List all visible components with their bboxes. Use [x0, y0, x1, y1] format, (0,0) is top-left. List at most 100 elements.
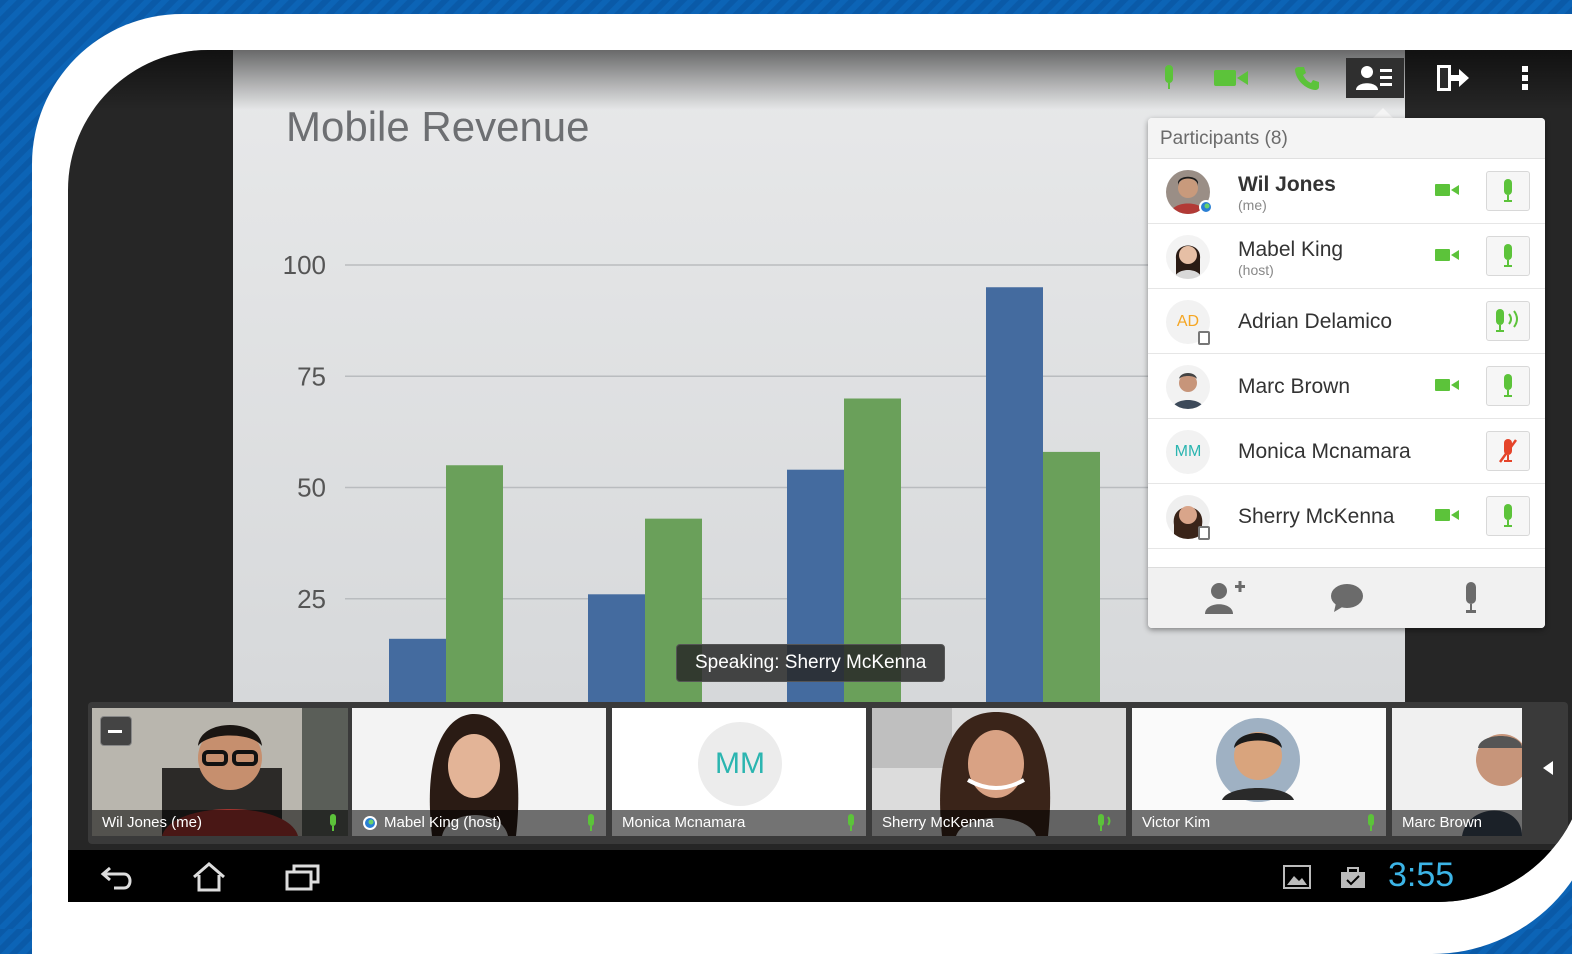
- chevron-left-icon: [1543, 761, 1553, 775]
- participants-header: Participants (8): [1148, 118, 1545, 159]
- mic-speaking-icon: [1496, 309, 1518, 332]
- participants-list-button[interactable]: [1346, 58, 1404, 98]
- shopping-notification[interactable]: [1328, 860, 1378, 894]
- participant-mic-button[interactable]: [1486, 236, 1530, 276]
- chat-icon: [1331, 584, 1363, 612]
- mic-icon: [1466, 582, 1476, 613]
- video-camera-icon: [1435, 379, 1459, 391]
- participant-name: Sherry McKenna: [1238, 505, 1395, 528]
- minimize-button[interactable]: [100, 716, 132, 746]
- mic-icon: [1504, 244, 1512, 267]
- participant-mic-button[interactable]: [1486, 171, 1530, 211]
- mic-toggle-button[interactable]: [1148, 58, 1190, 98]
- participant-mic-button[interactable]: [1486, 496, 1530, 536]
- participant-name: Mabel King: [1238, 238, 1344, 261]
- mobile-device-icon: [1198, 331, 1210, 345]
- tile-label: Sherry McKenna: [872, 810, 1126, 836]
- participants-footer: [1148, 567, 1545, 628]
- add-participant-icon: [1205, 581, 1245, 614]
- recent-apps-icon: [285, 864, 320, 891]
- mute-self-button[interactable]: [1446, 578, 1496, 618]
- exit-icon: [1437, 65, 1469, 91]
- mobile-device-icon: [1198, 526, 1210, 540]
- avatar-initials: MM: [698, 722, 782, 806]
- shopping-bag-icon: [1341, 867, 1365, 888]
- back-icon: [100, 866, 132, 890]
- participant-row-wil-jones[interactable]: Wil Jones (me): [1148, 159, 1545, 224]
- mic-muted-icon: [1498, 439, 1518, 463]
- participant-role: (me): [1238, 197, 1267, 213]
- bar-series-1-4: [986, 287, 1043, 710]
- more-options-button[interactable]: [1504, 58, 1546, 98]
- participant-mic-button[interactable]: [1486, 366, 1530, 406]
- presenter-badge-icon: [363, 816, 377, 830]
- bar-series-2-1: [446, 465, 503, 710]
- mic-icon: [1165, 65, 1173, 89]
- video-tile-monica-mcnamara[interactable]: MM Monica Mcnamara: [612, 708, 866, 836]
- participant-mic-button[interactable]: [1486, 301, 1530, 341]
- video-tile-marc-brown[interactable]: Marc Brown: [1392, 708, 1522, 836]
- video-filmstrip: Wil Jones (me) Mabel King (host) MM Moni…: [88, 702, 1568, 844]
- participant-row-adrian-delamico[interactable]: AD Adrian Delamico: [1148, 289, 1545, 354]
- mic-icon: [588, 814, 594, 831]
- mic-icon: [1504, 374, 1512, 397]
- tablet-screen: Mobile Revenue 25 50 75 100 Participants…: [68, 50, 1572, 902]
- bar-series-1-1: [389, 638, 446, 710]
- presenter-badge-icon: [1199, 200, 1213, 214]
- y-tick-label: 75: [297, 361, 326, 391]
- participant-row-mabel-king[interactable]: Mabel King (host): [1148, 224, 1545, 289]
- gallery-notification[interactable]: [1272, 860, 1322, 894]
- leave-meeting-button[interactable]: [1432, 58, 1474, 98]
- video-toggle-button[interactable]: [1210, 58, 1252, 98]
- participant-row-monica-mcnamara[interactable]: MM Monica Mcnamara: [1148, 419, 1545, 484]
- tile-label: Victor Kim: [1132, 810, 1386, 836]
- bar-series-1-2: [588, 594, 645, 710]
- participant-mic-button[interactable]: [1486, 431, 1530, 471]
- video-tile-wil-jones[interactable]: Wil Jones (me): [92, 708, 348, 836]
- tile-label: Monica Mcnamara: [612, 810, 866, 836]
- participant-name: Monica Mcnamara: [1238, 440, 1411, 463]
- back-button[interactable]: [92, 860, 142, 894]
- video-camera-icon: [1214, 70, 1248, 86]
- participant-row-marc-brown[interactable]: Marc Brown: [1148, 354, 1545, 419]
- y-tick-label: 25: [297, 584, 326, 614]
- y-tick-label: 100: [283, 250, 326, 280]
- mic-icon: [1504, 179, 1512, 202]
- gallery-icon: [1283, 865, 1311, 889]
- participant-role: (host): [1238, 262, 1274, 278]
- filmstrip-scroll-button[interactable]: [1532, 748, 1564, 788]
- participant-row-sherry-mckenna[interactable]: Sherry McKenna: [1148, 484, 1545, 549]
- participant-name: Wil Jones: [1238, 173, 1336, 196]
- y-tick-label: 50: [297, 473, 326, 503]
- video-tile-mabel-king[interactable]: Mabel King (host): [352, 708, 606, 836]
- video-camera-icon: [1435, 249, 1459, 261]
- phone-icon: [1295, 67, 1319, 90]
- participant-name: Marc Brown: [1238, 375, 1351, 398]
- participants-panel: Participants (8) Wil Jones (me) Mabel Ki…: [1148, 118, 1545, 628]
- add-participant-button[interactable]: [1200, 578, 1250, 618]
- video-tile-victor-kim[interactable]: Victor Kim: [1132, 708, 1386, 836]
- mic-icon: [1368, 814, 1374, 831]
- avatar: [1166, 235, 1210, 279]
- video-camera-icon: [1435, 509, 1459, 521]
- mic-icon: [330, 814, 336, 831]
- speaking-indicator: Speaking: Sherry McKenna: [676, 644, 946, 682]
- video-tile-sherry-mckenna[interactable]: Sherry McKenna: [872, 708, 1126, 836]
- recent-apps-button[interactable]: [278, 860, 328, 894]
- more-vert-icon: [1522, 66, 1528, 90]
- phone-button[interactable]: [1286, 58, 1328, 98]
- tile-label: Marc Brown: [1392, 810, 1522, 836]
- system-nav-bar: 3:55: [68, 850, 1572, 902]
- home-icon: [193, 862, 225, 892]
- home-button[interactable]: [184, 860, 234, 894]
- mic-speaking-icon: [1098, 814, 1111, 831]
- mic-icon: [848, 814, 854, 831]
- video-camera-icon: [1435, 184, 1459, 196]
- tile-label: Wil Jones (me): [92, 810, 348, 836]
- participant-name: Adrian Delamico: [1238, 310, 1393, 333]
- status-clock: 3:55: [1388, 856, 1455, 894]
- chat-button[interactable]: [1322, 578, 1372, 618]
- bar-series-2-4: [1043, 451, 1100, 710]
- mic-icon: [1504, 504, 1512, 527]
- avatar: [1166, 365, 1210, 409]
